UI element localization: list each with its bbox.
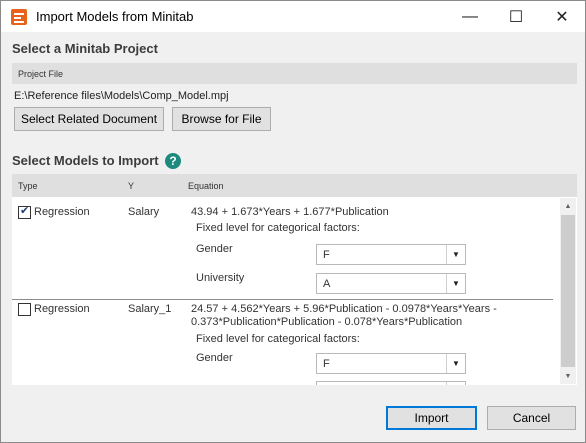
minimize-icon[interactable]: — xyxy=(447,1,493,32)
project-file-path: E:\Reference files\Models\Comp_Model.mpj xyxy=(14,90,229,102)
model-y: Salary xyxy=(128,206,160,218)
model-y: Salary_1 xyxy=(128,303,172,315)
model-checkbox[interactable] xyxy=(18,204,31,219)
models-list: Regression Salary 43.94 + 1.673*Years + … xyxy=(12,197,577,385)
maximize-icon[interactable]: ☐ xyxy=(493,1,539,32)
model-equation-continued: 0.373*Publication*Publication - 0.078*Ye… xyxy=(191,316,463,328)
gender-level-value: F xyxy=(323,249,330,261)
scrollbar-thumb[interactable] xyxy=(561,215,575,367)
factor-label-university: University xyxy=(196,272,245,284)
window-title: Import Models from Minitab xyxy=(36,9,194,24)
fixed-level-label: Fixed level for categorical factors: xyxy=(196,333,360,345)
column-header-y: Y xyxy=(128,181,135,191)
project-file-header: Project File xyxy=(12,63,577,84)
models-heading: Select Models to Import xyxy=(12,153,159,168)
title-bar: Import Models from Minitab — ☐ ✕ xyxy=(1,1,585,32)
browse-for-file-button[interactable]: Browse for File xyxy=(172,107,271,131)
minitab-app-icon xyxy=(11,9,27,25)
import-button[interactable]: Import xyxy=(386,406,477,430)
gender-level-select[interactable]: F ▼ xyxy=(316,353,466,374)
university-level-select[interactable]: A ▼ xyxy=(316,273,466,294)
scroll-down-icon[interactable]: ▼ xyxy=(560,368,576,384)
model-equation: 24.57 + 4.562*Years + 5.96*Publication -… xyxy=(191,303,497,315)
close-icon[interactable]: ✕ xyxy=(539,1,585,32)
model-checkbox[interactable] xyxy=(18,303,31,316)
select-related-document-button[interactable]: Select Related Document xyxy=(14,107,164,131)
gender-level-select[interactable]: F ▼ xyxy=(316,244,466,265)
column-header-equation: Equation xyxy=(188,181,224,191)
model-type: Regression xyxy=(34,303,90,315)
fixed-level-label: Fixed level for categorical factors: xyxy=(196,222,360,234)
cancel-button[interactable]: Cancel xyxy=(487,406,576,430)
row-divider xyxy=(12,299,553,300)
help-icon[interactable]: ? xyxy=(165,153,181,169)
models-table-header: Type Y Equation xyxy=(12,174,577,197)
chevron-down-icon: ▼ xyxy=(446,382,465,385)
model-type: Regression xyxy=(34,206,90,218)
column-header-type: Type xyxy=(18,181,38,191)
university-level-select[interactable]: ▼ xyxy=(316,381,466,385)
model-equation: 43.94 + 1.673*Years + 1.677*Publication xyxy=(191,206,389,218)
model-row: Regression Salary 43.94 + 1.673*Years + … xyxy=(12,197,560,295)
import-dialog: Import Models from Minitab — ☐ ✕ Select … xyxy=(0,0,586,443)
chevron-down-icon: ▼ xyxy=(446,354,465,373)
factor-label-gender: Gender xyxy=(196,352,233,364)
model-row: Regression Salary_1 24.57 + 4.562*Years … xyxy=(12,301,560,385)
gender-level-value: F xyxy=(323,358,330,370)
models-scrollbar[interactable]: ▲ ▼ xyxy=(560,198,576,384)
project-heading: Select a Minitab Project xyxy=(12,41,158,56)
chevron-down-icon: ▼ xyxy=(446,274,465,293)
university-level-value: A xyxy=(323,278,331,290)
chevron-down-icon: ▼ xyxy=(446,245,465,264)
factor-label-gender: Gender xyxy=(196,243,233,255)
scroll-up-icon[interactable]: ▲ xyxy=(560,198,576,214)
project-file-header-label: Project File xyxy=(18,69,64,79)
